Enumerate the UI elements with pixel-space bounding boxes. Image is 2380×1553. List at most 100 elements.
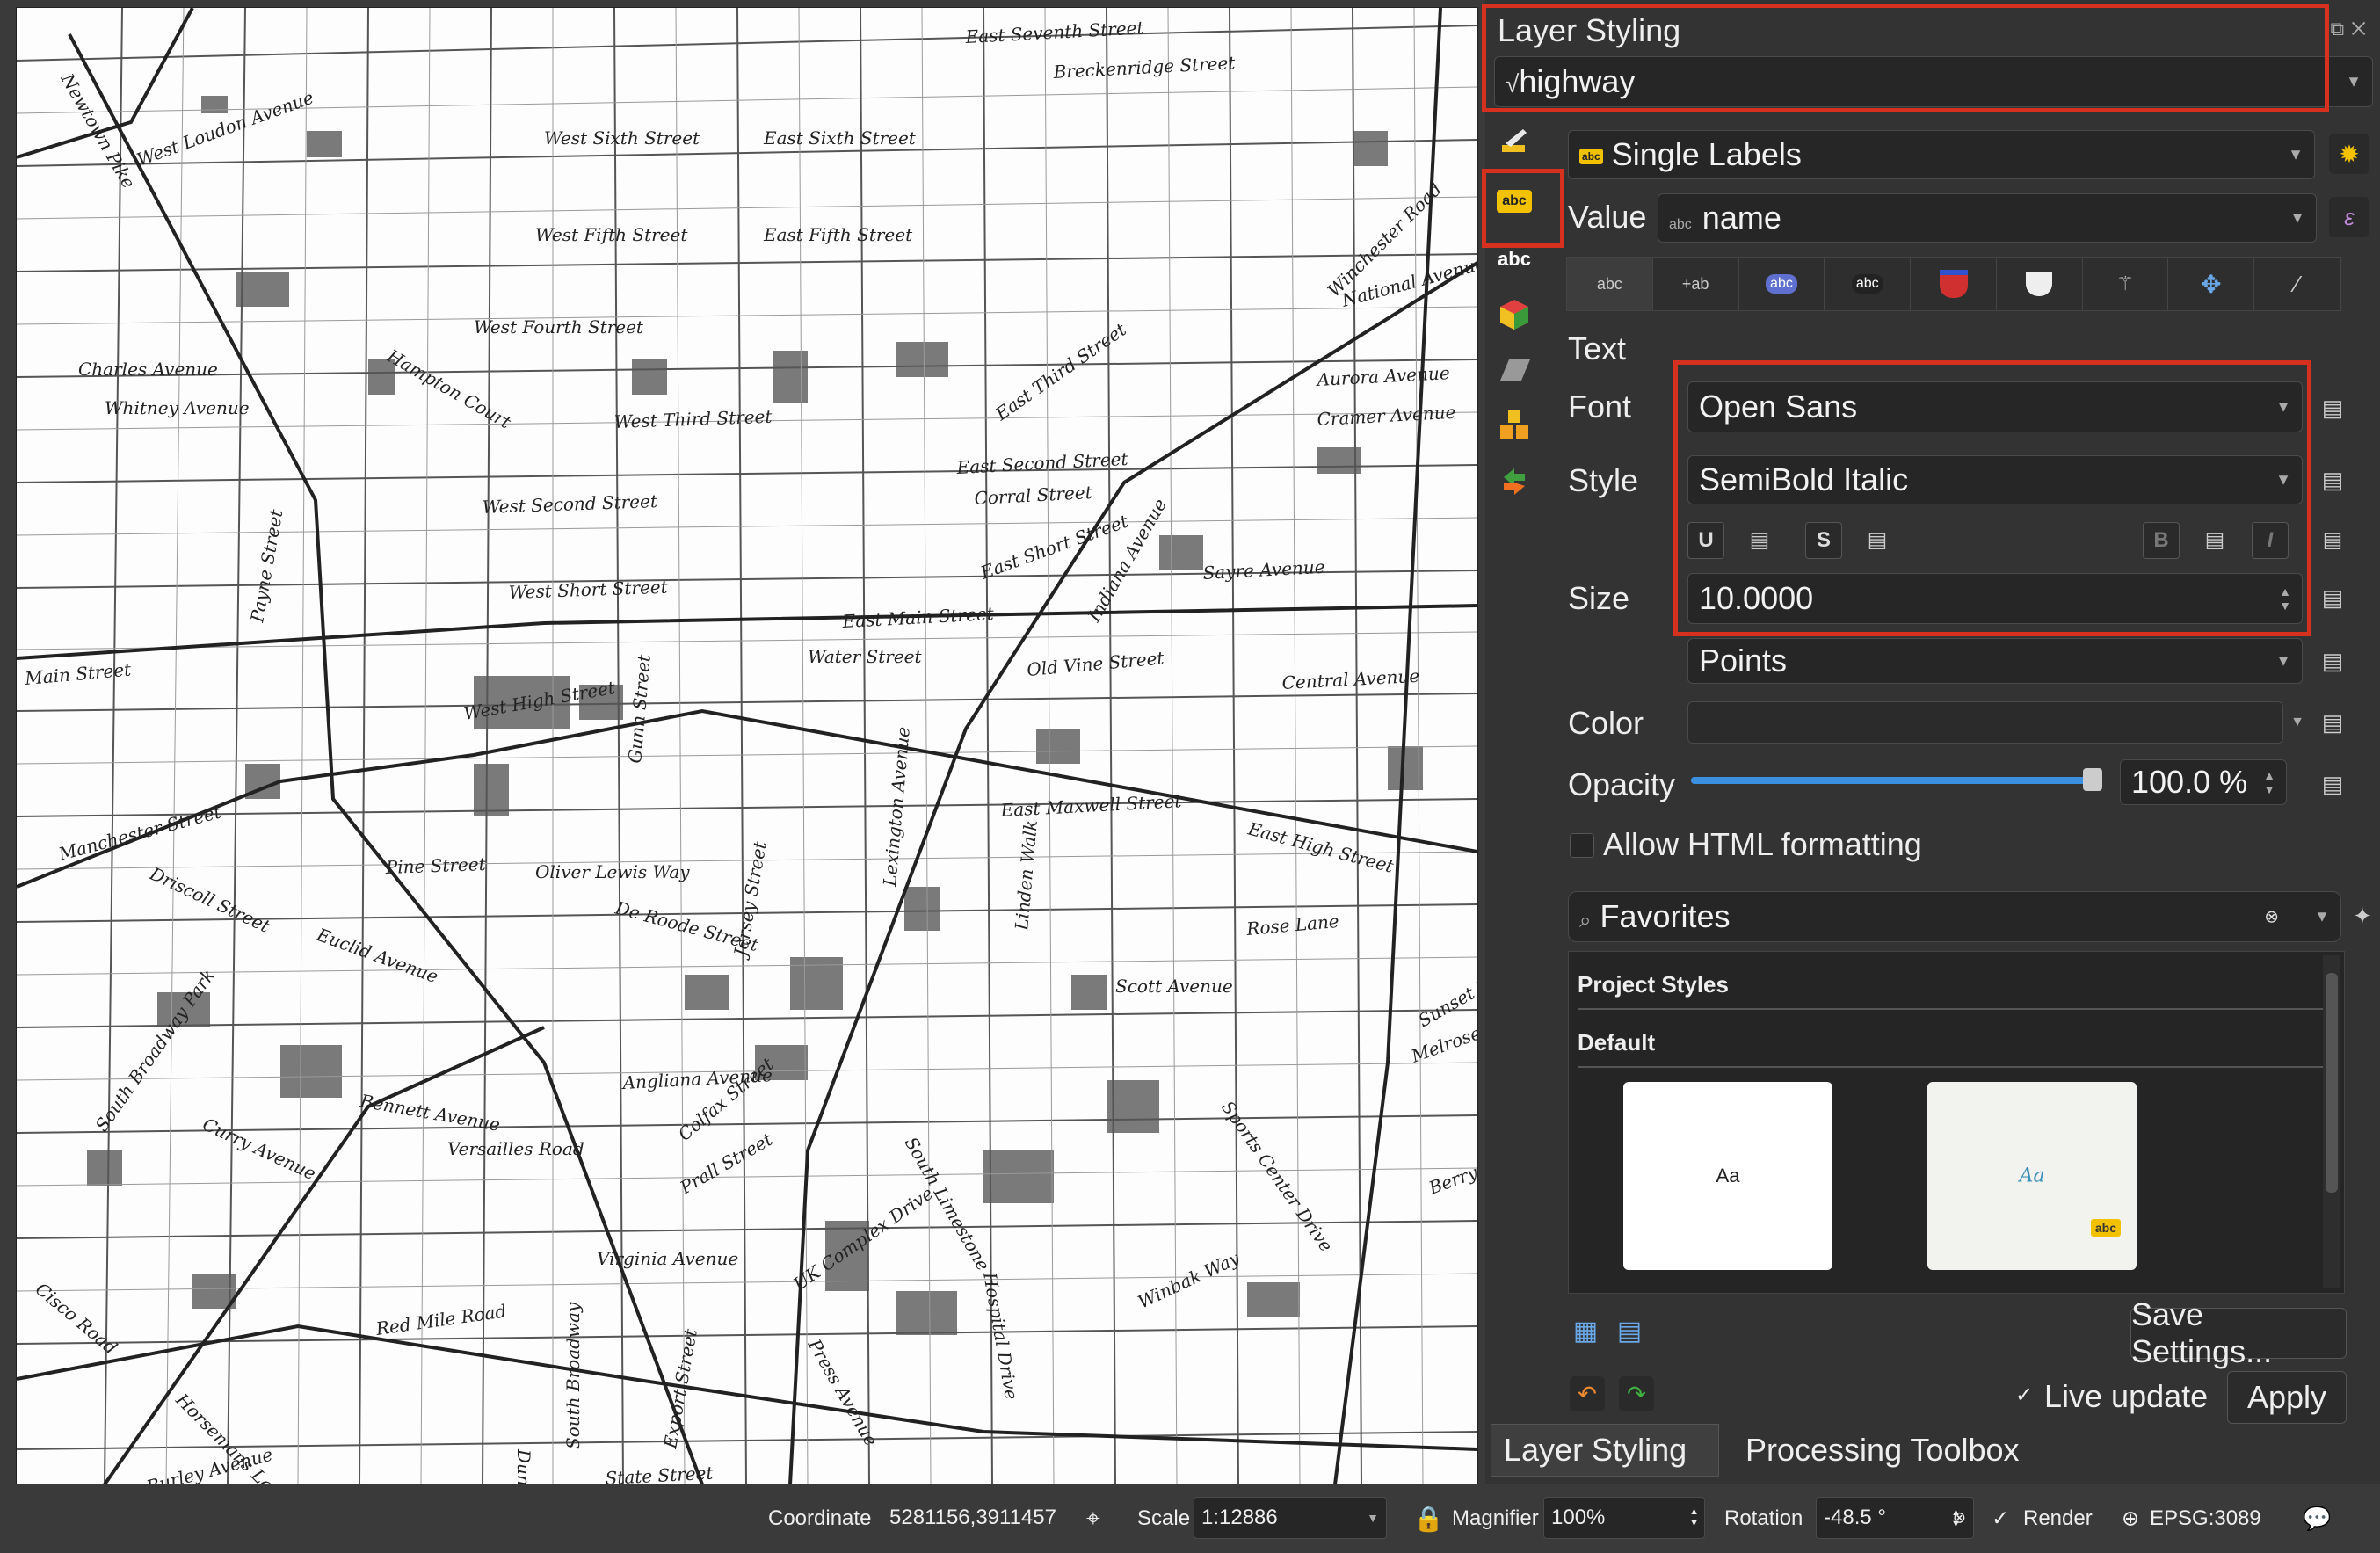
masks-icon[interactable]: abc [1494, 239, 1535, 279]
tab-placement[interactable]: ✥ [2168, 258, 2255, 310]
underline-button[interactable]: U [1687, 522, 1724, 559]
font-combo[interactable]: Open Sans ▼ [1687, 381, 2303, 432]
value-field-combo[interactable]: abc name ▼ [1658, 193, 2317, 243]
data-defined-override-icon[interactable]: ▤ [2315, 390, 2350, 425]
style-browser: Project Styles Default Aa Aa abc [1568, 951, 2345, 1294]
street-label: UK Complex Drive [789, 1182, 937, 1295]
data-defined-override-icon[interactable]: ▤ [1742, 522, 1777, 557]
scale-combo[interactable]: 1:12886 ▼ [1194, 1497, 1387, 1539]
tab-rendering[interactable]: ⁄ [2254, 258, 2341, 310]
data-defined-override-icon[interactable]: ▤ [1860, 522, 1895, 557]
spin-arrows-icon[interactable]: ▲ ▼ [1951, 1507, 1961, 1530]
style-manager-icon[interactable]: ✦ [2345, 898, 2380, 933]
messages-icon[interactable]: 💬 [2303, 1506, 2331, 1533]
list-view-icon[interactable]: ▤ [1612, 1313, 1647, 1348]
opacity-spinbox[interactable]: 100.0 % ▲ ▼ [2120, 759, 2287, 805]
label-mode-combo[interactable]: abc Single Labels ▼ [1568, 130, 2315, 179]
lock-icon[interactable]: 🔒 [1413, 1505, 1444, 1534]
formatting-icon: +ab [1681, 274, 1709, 293]
chevron-down-icon: ▼ [2289, 208, 2305, 227]
globe-icon[interactable]: ⊕ [2122, 1506, 2139, 1532]
icon-view-icon[interactable]: ▦ [1568, 1313, 1603, 1348]
opacity-slider-handle[interactable] [2083, 768, 2102, 791]
history-icon[interactable] [1494, 461, 1535, 501]
opacity-slider-track[interactable] [1691, 768, 2102, 791]
coordinate-field[interactable]: 5281156,3911457 [882, 1497, 1078, 1539]
tab-buffer[interactable]: abc [1739, 258, 1825, 310]
dock-window-buttons[interactable]: ⧉✕ [2331, 18, 2373, 40]
redo-icon[interactable]: ↷ [1619, 1376, 1654, 1411]
chevron-down-icon: ▼ [2275, 651, 2291, 670]
value-label: Value [1568, 199, 1647, 235]
data-defined-override-icon[interactable]: ▤ [2315, 766, 2350, 802]
tab-text[interactable]: abc [1567, 258, 1653, 310]
style-thumbnail[interactable]: Aa abc [1927, 1082, 2137, 1270]
style-combo[interactable]: SemiBold Italic ▼ [1687, 455, 2303, 504]
search-icon: ⌕ [1579, 909, 1592, 933]
street-label: East Second Street [955, 448, 1129, 478]
scale-value: 1:12886 [1201, 1506, 1278, 1529]
italic-button[interactable]: I [2252, 522, 2289, 559]
apply-button[interactable]: Apply [2227, 1371, 2347, 1424]
layer-styling-dock: Layer Styling ⧉✕ √highway ▼ abc abc abc S… [1485, 0, 2380, 1484]
chevron-down-icon: ▼ [2346, 72, 2362, 91]
render-checkbox[interactable]: ✓ [1992, 1506, 2009, 1532]
line-layer-icon: √ [1506, 70, 1520, 98]
toggle-extents-icon[interactable]: ⌖ [1086, 1505, 1100, 1534]
street-label: West High Street [462, 677, 618, 724]
data-defined-override-icon[interactable]: ▤ [2315, 705, 2350, 740]
crs-label[interactable]: EPSG:3089 [2150, 1506, 2261, 1531]
mask-icon: abc [1851, 274, 1883, 294]
tab-background[interactable] [1911, 258, 1997, 310]
street-label: Hospital Drive [979, 1270, 1022, 1402]
data-defined-override-icon[interactable]: ▤ [2197, 522, 2232, 557]
expression-icon[interactable]: ε [2329, 197, 2369, 237]
abc-label-icon: abc [1497, 190, 1532, 213]
street-label: Red Mile Road [374, 1300, 507, 1339]
data-defined-override-icon[interactable]: ▤ [2315, 643, 2350, 679]
data-defined-override-icon[interactable]: ▤ [2315, 580, 2350, 615]
data-defined-override-icon[interactable]: ▤ [2315, 522, 2350, 557]
opacity-label: Opacity [1568, 766, 1676, 802]
tab-layer-styling[interactable]: Layer Styling [1491, 1424, 1719, 1477]
data-defined-override-icon[interactable]: ▤ [2315, 462, 2350, 497]
magnifier-spinbox[interactable]: 100% ▲ ▼ [1543, 1497, 1705, 1539]
street-label: Corral Street [974, 482, 1093, 509]
size-unit-combo[interactable]: Points ▼ [1687, 638, 2303, 684]
rendering-icon[interactable] [1494, 404, 1535, 445]
scrollbar-thumb[interactable] [2326, 973, 2338, 1193]
color-button[interactable] [1687, 701, 2283, 744]
tab-processing-toolbox[interactable]: Processing Toolbox [1733, 1424, 2041, 1477]
symbology-brush-icon[interactable] [1494, 121, 1535, 162]
tab-callouts[interactable]: ⚚ [2083, 258, 2169, 310]
tab-mask[interactable]: abc [1825, 258, 1912, 310]
layer-combo[interactable]: √highway ▼ [1494, 56, 2373, 107]
clear-icon[interactable]: ⊗ [2264, 906, 2279, 928]
style-search-input[interactable]: ⌕ Favorites ⊗ ▼ [1568, 891, 2341, 942]
tab-formatting[interactable]: +ab [1653, 258, 1739, 310]
bold-button[interactable]: B [2143, 522, 2180, 559]
save-settings-button[interactable]: Save Settings... [2130, 1296, 2347, 1369]
3d-view-icon[interactable] [1494, 294, 1535, 334]
street-label: West Second Street [482, 490, 658, 518]
panel-title: Layer Styling [1498, 12, 1681, 48]
street-label: Water Street [808, 646, 923, 667]
labels-tab-icon[interactable]: abc [1494, 181, 1535, 221]
tab-shadow[interactable] [1997, 258, 2083, 310]
coordinate-value: 5281156,3911457 [889, 1506, 1056, 1529]
street-label: East Fifth Street [763, 224, 913, 245]
rule-settings-icon[interactable]: ✹ [2329, 134, 2369, 174]
map-canvas[interactable]: East Seventh Street Breckenridge Street We… [16, 7, 1478, 1485]
elevation-icon[interactable] [1494, 350, 1535, 390]
size-unit-value: Points [1699, 642, 1788, 679]
undo-icon[interactable]: ↶ [1570, 1376, 1605, 1411]
strikethrough-button[interactable]: S [1805, 522, 1842, 559]
live-update-checkbox[interactable]: ✓ [2013, 1383, 2035, 1407]
scrollbar[interactable] [2323, 955, 2340, 1288]
allow-html-checkbox[interactable] [1570, 833, 1594, 858]
rotation-spinbox[interactable]: -48.5 ° ⊗ [1816, 1497, 1974, 1539]
divider [1578, 1008, 2323, 1010]
style-thumbnail[interactable]: Aa [1623, 1082, 1832, 1270]
chevron-down-icon[interactable]: ▼ [2280, 705, 2315, 740]
size-spinbox[interactable]: 10.0000 ▲ ▼ [1687, 573, 2303, 624]
